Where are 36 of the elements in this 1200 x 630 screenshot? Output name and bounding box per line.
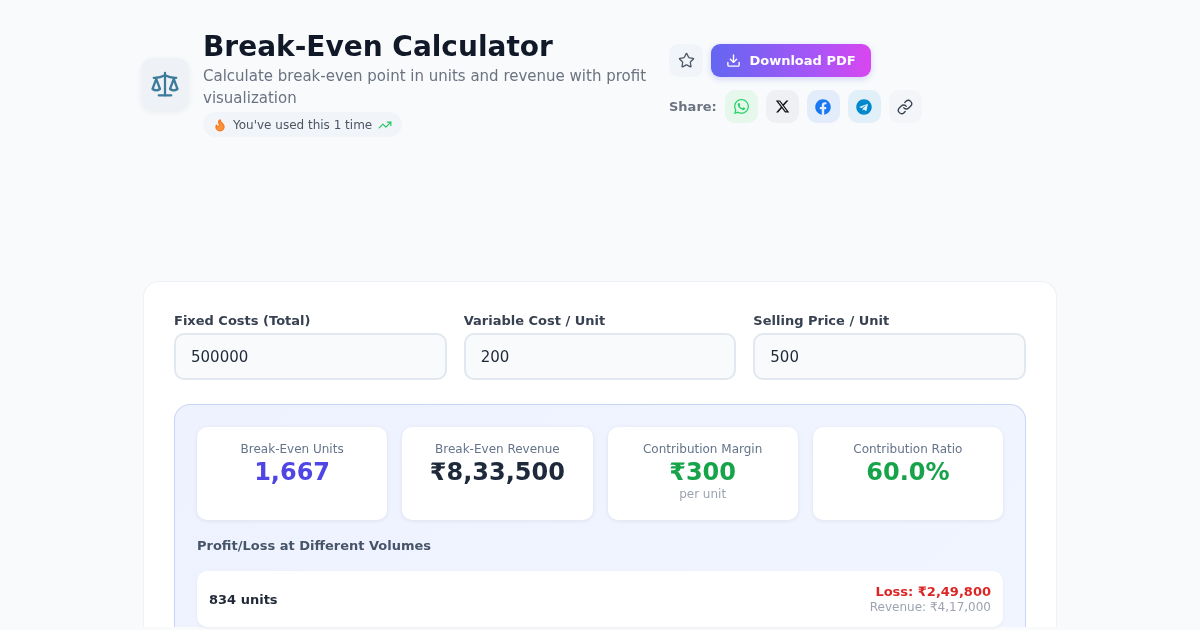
number-input[interactable]: 500000 [174,333,447,380]
field-label: Fixed Costs (Total) [174,312,312,330]
stat-label: Contribution Ratio [853,441,963,457]
facebook-icon [815,98,832,115]
x-logo-icon [774,99,790,114]
field-label: Variable Cost / Unit [463,312,607,330]
scales-icon [141,57,189,110]
number-input[interactable]: 500 [753,333,1026,380]
number-input[interactable]: 200 [463,333,737,380]
result-text: Loss: ₹2,49,800 [875,583,991,600]
stat-value: ₹8,33,500 [429,457,565,487]
page-title: Break-Even Calculator [203,30,553,64]
flame-icon [213,117,227,132]
telegram-icon [856,98,873,115]
stat-label: Break-Even Revenue [435,441,560,457]
download-icon [726,53,742,68]
download-pdf-button[interactable]: Download PDF [711,44,871,77]
stat-value: ₹300 [669,457,736,487]
link-icon [897,98,914,115]
stat-value: 1,667 [254,457,331,487]
stat-note: per unit [679,487,727,502]
star-icon [677,52,695,69]
stat-value: 60.0% [866,457,950,487]
stat-label: Contribution Margin [642,441,763,457]
share-label: Share: [669,99,717,114]
section-title: Profit/Loss at Different Volumes [197,538,433,554]
field-label: Selling Price / Unit [753,312,891,330]
revenue-text: Revenue: ₹4,17,000 [869,600,991,615]
share-button[interactable] [765,90,799,123]
share-button[interactable] [888,90,922,123]
usage-text: You've used this 1 time [233,117,373,132]
page-subtitle: Calculate break-even point in units and revenue with profit visualization [203,66,648,109]
whatsapp-icon [732,98,750,115]
stat-label: Break-Even Units [240,441,344,457]
units-text: 834 units [209,591,278,607]
favorite-button[interactable] [669,44,703,77]
